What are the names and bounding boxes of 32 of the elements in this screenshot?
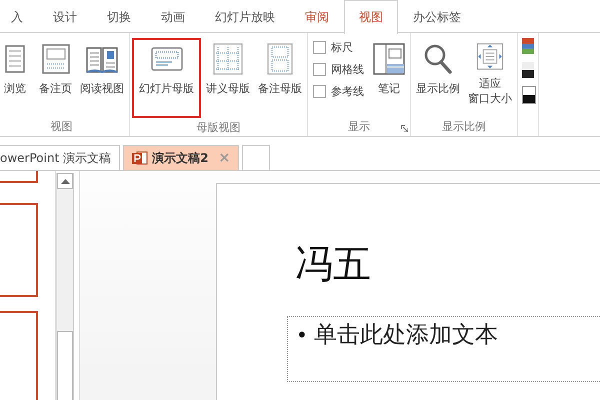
checkbox-row[interactable]: 网格线: [313, 62, 364, 77]
group-label: 视图: [50, 118, 72, 134]
ribbon-tab[interactable]: 视图: [344, 0, 398, 34]
ribbon-button[interactable]: 讲义母版: [203, 38, 253, 110]
ribbon-button[interactable]: 阅读视图: [77, 38, 127, 110]
ribbon-button[interactable]: 备注母版: [255, 38, 305, 110]
group-label: 显示比例: [442, 118, 486, 134]
tab-title: owerPoint 演示文稿: [0, 150, 112, 166]
ribbon-tab[interactable]: 切换: [92, 0, 146, 33]
ribbon-tab[interactable]: 设计: [38, 0, 92, 33]
ribbon-tab[interactable]: 幻灯片放映: [200, 0, 290, 33]
ribbon-button[interactable]: 幻灯片母版: [132, 38, 201, 118]
document-tab[interactable]: owerPoint 演示文稿: [0, 145, 120, 170]
tab-title: 演示文稿2: [152, 150, 208, 166]
ribbon-button[interactable]: 适应 窗口大小: [465, 38, 515, 110]
group-label: 显示: [348, 118, 370, 134]
ribbon-tab[interactable]: 动画: [146, 0, 200, 33]
checkbox-row[interactable]: 标尺: [313, 40, 364, 55]
slide-title[interactable]: 冯五: [295, 232, 415, 296]
ribbon-button[interactable]: 备注页: [36, 38, 75, 110]
placeholder-text: 单击此处添加文本: [314, 321, 498, 349]
text-placeholder[interactable]: • 单击此处添加文本: [287, 316, 600, 382]
ribbon-button[interactable]: 笔记: [370, 38, 408, 110]
document-tab[interactable]: 演示文稿2 ×: [123, 145, 240, 170]
ribbon-tab[interactable]: 办公标签: [398, 0, 476, 33]
ribbon-button[interactable]: 显示比例: [413, 38, 463, 110]
ribbon-button[interactable]: 浏览: [0, 38, 34, 110]
checkbox-row[interactable]: 参考线: [313, 84, 364, 99]
ribbon-tab[interactable]: 审阅: [290, 0, 344, 33]
ribbon-tab[interactable]: 入: [0, 0, 38, 33]
bullet: •: [296, 322, 308, 349]
group-label: 母版视图: [196, 120, 240, 134]
